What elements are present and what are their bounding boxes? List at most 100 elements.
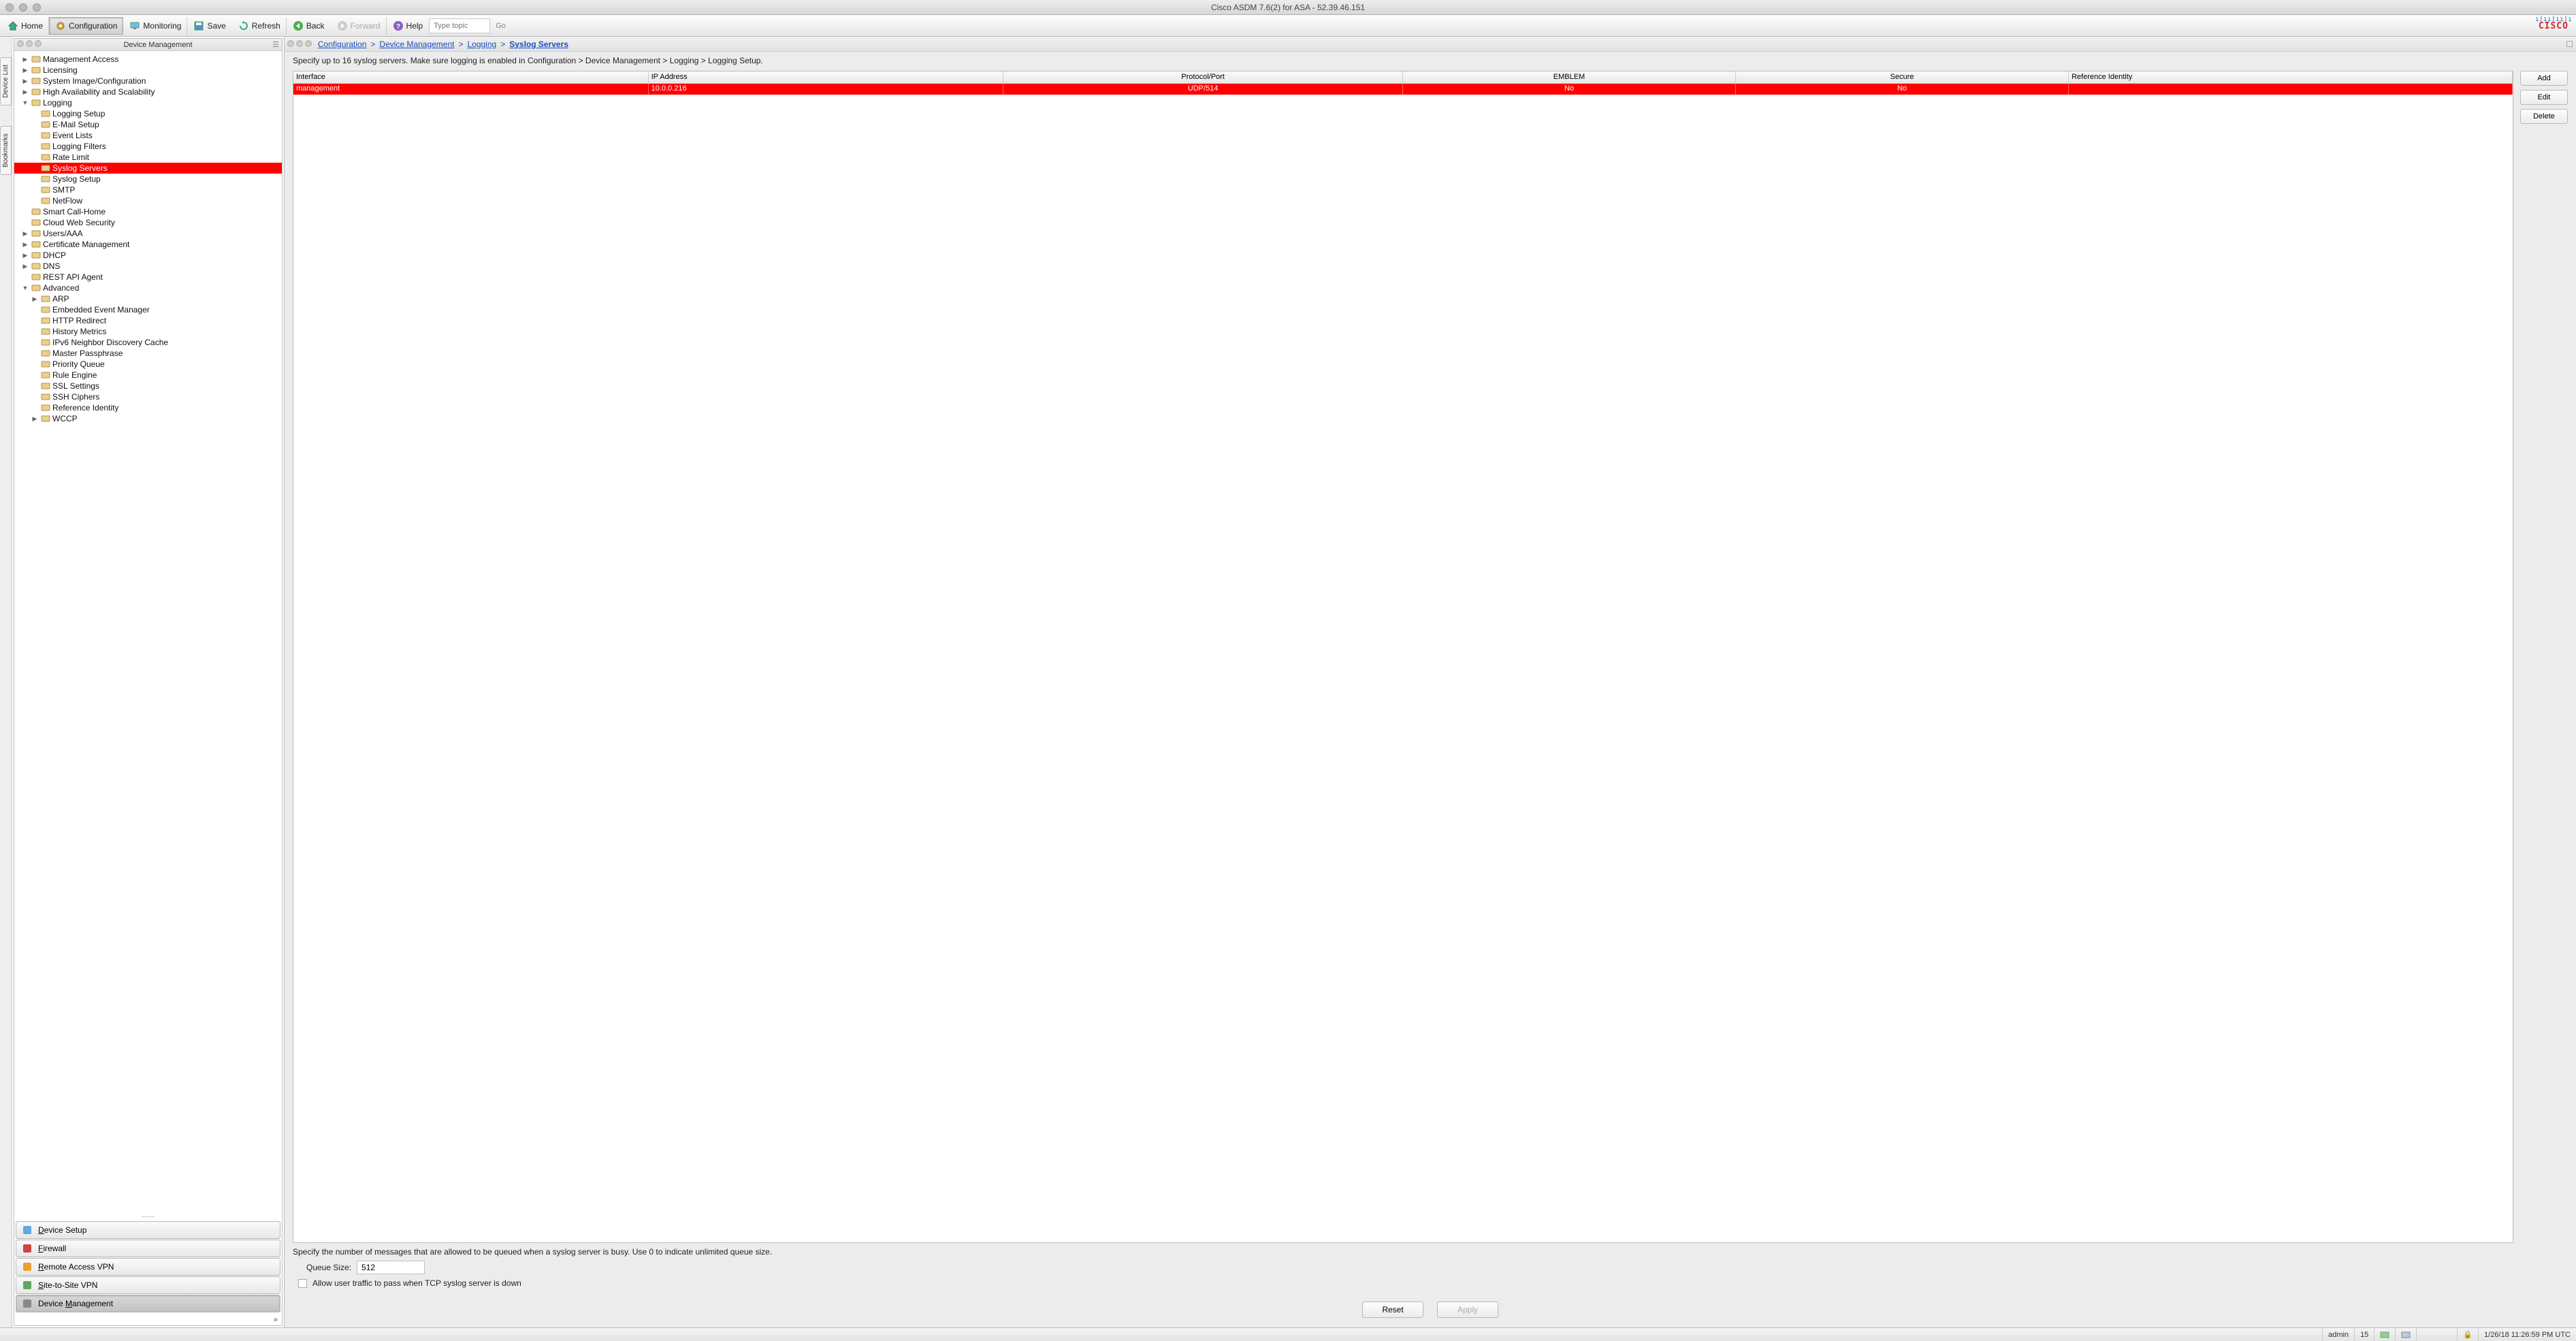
tree-item[interactable]: NetFlow	[14, 195, 282, 206]
tree-item[interactable]: IPv6 Neighbor Discovery Cache	[14, 337, 282, 348]
tree-item[interactable]: Smart Call-Home	[14, 206, 282, 217]
tree-item[interactable]: ▶DHCP	[14, 250, 282, 261]
tree-node-icon	[31, 261, 42, 271]
disclosure-icon[interactable]: ▶	[21, 230, 29, 238]
bc-device-management[interactable]: Device Management	[379, 39, 454, 49]
tree-item[interactable]: Logging Setup	[14, 108, 282, 119]
configuration-button[interactable]: Configuration	[49, 17, 123, 35]
tree-item[interactable]: ▶ Licensing	[14, 65, 282, 76]
tree-node-icon	[31, 87, 42, 97]
bc-logging[interactable]: Logging	[467, 39, 496, 49]
tree-item[interactable]: ▶Management Access	[14, 54, 282, 65]
column-header[interactable]: EMBLEM	[1403, 71, 1736, 83]
nav-label: Device Management	[38, 1299, 113, 1308]
nav-tree[interactable]: ▶Management Access▶Licensing▶System Imag…	[14, 51, 282, 1214]
nav-button[interactable]: Remote Access VPN	[16, 1258, 280, 1276]
delete-button[interactable]: Delete	[2520, 109, 2568, 124]
disclosure-icon[interactable]: ▶	[21, 252, 29, 259]
tree-node-icon	[40, 152, 51, 162]
tree-item[interactable]: Logging Filters	[14, 141, 282, 152]
search-input[interactable]	[429, 18, 490, 33]
nav-button[interactable]: Firewall	[16, 1240, 280, 1257]
apply-button[interactable]: Apply	[1437, 1302, 1498, 1318]
bc-configuration[interactable]: Configuration	[318, 39, 366, 49]
tree-item[interactable]: Master Passphrase	[14, 348, 282, 359]
tree-item[interactable]: REST API Agent	[14, 272, 282, 282]
tree-item[interactable]: ▶DNS	[14, 261, 282, 272]
tree-item[interactable]: ▶Certificate Management	[14, 239, 282, 250]
tree-item[interactable]: SMTP	[14, 184, 282, 195]
breadcrumb-help-icon[interactable]: ☐	[2566, 39, 2573, 49]
column-header[interactable]: Secure	[1736, 71, 2069, 83]
allow-traffic-checkbox[interactable]	[298, 1279, 307, 1288]
expand-button[interactable]: »	[14, 1314, 282, 1325]
tree-item[interactable]: HTTP Redirect	[14, 315, 282, 326]
go-button[interactable]: Go	[490, 22, 511, 30]
tree-item[interactable]: ▼Advanced	[14, 282, 282, 293]
home-button[interactable]: Home	[1, 17, 49, 35]
tree-item[interactable]: Priority Queue	[14, 359, 282, 370]
disclosure-icon[interactable]: ▼	[21, 99, 29, 106]
tree-item[interactable]: History Metrics	[14, 326, 282, 337]
save-button[interactable]: Save	[187, 17, 231, 35]
device-list-tab[interactable]: Device List	[0, 57, 12, 106]
disclosure-icon[interactable]: ▼	[21, 285, 29, 291]
help-button[interactable]: ? Help	[387, 17, 430, 35]
forward-icon	[337, 20, 348, 31]
column-header[interactable]: IP Address	[649, 71, 1004, 83]
disclosure-icon[interactable]: ▶	[21, 56, 29, 63]
tree-item[interactable]: Syslog Servers	[14, 163, 282, 174]
column-header[interactable]: Interface	[293, 71, 649, 83]
monitoring-button[interactable]: Monitoring	[123, 17, 187, 35]
add-button[interactable]: Add	[2520, 71, 2568, 86]
column-header[interactable]: Protocol/Port	[1003, 71, 1403, 83]
tree-item[interactable]: ▶ARP	[14, 293, 282, 304]
tree-item[interactable]: ▼Logging	[14, 97, 282, 108]
table-cell: UDP/514	[1003, 84, 1403, 95]
back-button[interactable]: Back	[287, 17, 331, 35]
tree-item[interactable]: SSL Settings	[14, 381, 282, 391]
forward-button[interactable]: Forward	[331, 17, 387, 35]
table-row[interactable]: management10.0.0.216UDP/514NoNo	[293, 84, 2513, 95]
tree-item[interactable]: ▶Users/AAA	[14, 228, 282, 239]
tree-item[interactable]: Rate Limit	[14, 152, 282, 163]
tree-item[interactable]: Embedded Event Manager	[14, 304, 282, 315]
disclosure-icon[interactable]: ▶	[21, 67, 29, 74]
column-header[interactable]: Reference Identity	[2069, 71, 2513, 83]
tree-item-label: Licensing	[43, 65, 78, 75]
status-time: 1/26/18 11:26:59 PM UTC	[2478, 1328, 2576, 1341]
tree-item[interactable]: Reference Identity	[14, 402, 282, 413]
refresh-button[interactable]: Refresh	[232, 17, 287, 35]
queue-description: Specify the number of messages that are …	[293, 1247, 2568, 1257]
tree-item[interactable]: ▶System Image/Configuration	[14, 76, 282, 86]
tree-item[interactable]: Syslog Setup	[14, 174, 282, 184]
tree-item-label: E-Mail Setup	[52, 120, 99, 129]
disclosure-icon[interactable]: ▶	[21, 263, 29, 270]
tree-node-icon	[40, 403, 51, 413]
tree-item[interactable]: ▶WCCP	[14, 413, 282, 424]
tree-item[interactable]: ▶High Availability and Scalability	[14, 86, 282, 97]
splitter[interactable]: ┄┄┄	[14, 1214, 282, 1219]
tree-item[interactable]: Cloud Web Security	[14, 217, 282, 228]
disclosure-icon[interactable]: ▶	[31, 295, 39, 303]
tree-item[interactable]: Rule Engine	[14, 370, 282, 381]
nav-button[interactable]: Site-to-Site VPN	[16, 1276, 280, 1294]
syslog-table[interactable]: InterfaceIP AddressProtocol/PortEMBLEMSe…	[293, 71, 2513, 1243]
queue-size-input[interactable]	[357, 1261, 425, 1274]
disclosure-icon[interactable]: ▶	[21, 88, 29, 96]
edit-button[interactable]: Edit	[2520, 90, 2568, 105]
nav-button[interactable]: Device Setup	[16, 1221, 280, 1239]
bookmarks-tab[interactable]: Bookmarks	[0, 126, 12, 175]
panel-menu-icon[interactable]: ☰	[272, 40, 279, 49]
table-body[interactable]: management10.0.0.216UDP/514NoNo	[293, 84, 2513, 1242]
tree-node-icon	[40, 392, 51, 402]
tree-item[interactable]: E-Mail Setup	[14, 119, 282, 130]
disclosure-icon[interactable]: ▶	[21, 78, 29, 85]
nav-button[interactable]: Device Management	[16, 1295, 280, 1312]
disclosure-icon[interactable]: ▶	[31, 415, 39, 423]
tree-item[interactable]: Event Lists	[14, 130, 282, 141]
reset-button[interactable]: Reset	[1362, 1302, 1423, 1318]
disclosure-icon[interactable]: ▶	[21, 241, 29, 248]
save-icon	[193, 20, 204, 31]
tree-item[interactable]: SSH Ciphers	[14, 391, 282, 402]
